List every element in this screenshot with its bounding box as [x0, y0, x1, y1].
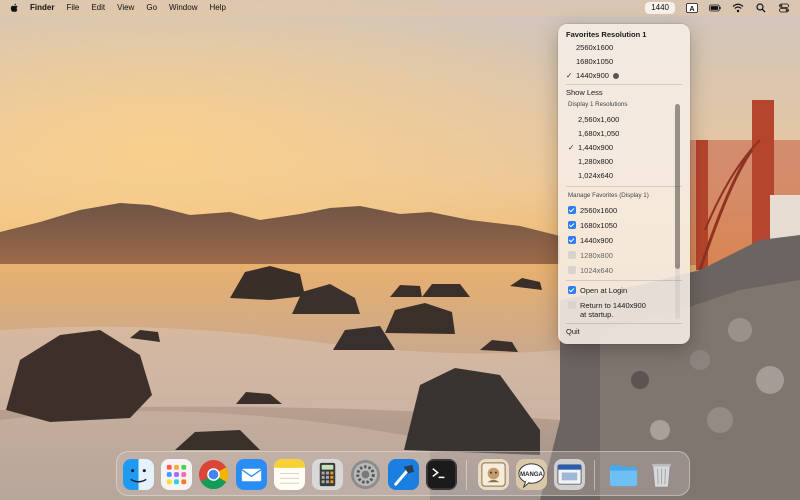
mail-icon[interactable]: [236, 459, 267, 490]
manga-icon[interactable]: MANGA: [516, 459, 547, 490]
open-at-login-label: Open at Login: [580, 286, 628, 295]
resolution-status-item[interactable]: 1440: [645, 2, 675, 14]
checkmark-icon: ✓: [568, 143, 575, 152]
menu-app-finder[interactable]: Finder: [30, 0, 54, 16]
resolution-label: 1,280x800: [578, 157, 614, 166]
favorite-label: 1680x1050: [576, 57, 614, 66]
app-icon-three[interactable]: [554, 459, 585, 490]
control-center-icon[interactable]: [777, 2, 791, 14]
resolution-menu-panel: Favorites Resolution 1 2560x1600 1680x10…: [558, 24, 690, 344]
xcode-icon[interactable]: [388, 459, 419, 490]
menu-window[interactable]: Window: [169, 0, 197, 16]
resolution-item-1280x800[interactable]: 1,280x800: [558, 155, 690, 168]
checkbox-checked[interactable]: [568, 206, 576, 214]
favorite-item-1440x900[interactable]: ✓ 1440x900: [558, 69, 690, 82]
downloads-folder-icon[interactable]: [608, 459, 639, 490]
dock-divider: [466, 460, 467, 490]
launchpad-icon[interactable]: [161, 459, 192, 490]
checkbox-checked[interactable]: [568, 286, 576, 294]
apple-icon[interactable]: [10, 3, 20, 13]
wifi-icon[interactable]: [731, 2, 745, 14]
return-startup-label-line2: at startup.: [580, 310, 614, 319]
input-letter: A: [689, 6, 694, 13]
separator: [566, 84, 682, 85]
manage-favorite-1680x1050[interactable]: 1680x1050: [558, 219, 690, 232]
resolution-item-1024x640[interactable]: 1,024x640: [558, 169, 690, 182]
manage-favorites-header: Manage Favorites (Display 1): [568, 192, 649, 199]
manage-label: 2560x1600: [580, 206, 618, 215]
notes-icon[interactable]: [274, 459, 305, 490]
resolution-item-1680x1050[interactable]: 1,680x1,050: [558, 127, 690, 140]
finder-icon[interactable]: [123, 459, 154, 490]
menu-help[interactable]: Help: [209, 0, 225, 16]
checkbox-unchecked[interactable]: [568, 251, 576, 259]
separator: [566, 186, 682, 187]
checkbox-unchecked[interactable]: [568, 266, 576, 274]
menu-bar: Finder File Edit View Go Window Help 144…: [0, 0, 800, 16]
app-icon-one[interactable]: [478, 459, 509, 490]
resolution-label: 2,560x1,600: [578, 115, 620, 124]
favorite-label: 1440x900: [576, 71, 609, 80]
system-settings-icon[interactable]: [350, 459, 381, 490]
battery-icon[interactable]: [708, 2, 722, 14]
menu-view[interactable]: View: [117, 0, 134, 16]
separator: [566, 323, 682, 324]
manage-favorite-1024x640[interactable]: 1024x640: [558, 264, 690, 277]
resolution-label: 1,680x1,050: [578, 129, 620, 138]
dock: MANGA: [116, 451, 690, 496]
keyboard-input-icon[interactable]: A: [685, 2, 699, 14]
search-icon[interactable]: [754, 2, 768, 14]
menu-edit[interactable]: Edit: [91, 0, 105, 16]
display-resolutions-header: Display 1 Resolutions: [568, 101, 628, 108]
trash-icon[interactable]: [646, 459, 677, 490]
chrome-icon[interactable]: [198, 459, 229, 490]
manga-label: MANGA: [520, 472, 543, 478]
scrollbar-thumb[interactable]: [675, 104, 680, 269]
favorites-title: Favorites Resolution 1: [566, 30, 647, 39]
menu-go[interactable]: Go: [146, 0, 157, 16]
favorite-item-2560x1600[interactable]: 2560x1600: [558, 41, 690, 54]
terminal-icon[interactable]: [426, 459, 457, 490]
manage-label: 1024x640: [580, 266, 613, 275]
checkbox-checked[interactable]: [568, 221, 576, 229]
calculator-icon[interactable]: [312, 459, 343, 490]
checkbox-checked[interactable]: [568, 236, 576, 244]
manage-favorite-1280x800[interactable]: 1280x800: [558, 249, 690, 262]
current-indicator-icon: [612, 72, 619, 79]
menu-file[interactable]: File: [66, 0, 79, 16]
manage-label: 1440x900: [580, 236, 613, 245]
open-at-login-toggle[interactable]: Open at Login: [558, 284, 690, 297]
resolution-label: 1,024x640: [578, 171, 614, 180]
checkmark-icon: ✓: [566, 71, 573, 80]
resolution-item-2560x1600[interactable]: 2,560x1,600: [558, 113, 690, 126]
status-area: 1440 A: [645, 0, 800, 16]
favorite-label: 2560x1600: [576, 43, 614, 52]
resolution-label: 1,440x900: [578, 143, 614, 152]
manage-label: 1680x1050: [580, 221, 618, 230]
manage-favorite-1440x900[interactable]: 1440x900: [558, 234, 690, 247]
manage-favorite-2560x1600[interactable]: 2560x1600: [558, 204, 690, 217]
separator: [566, 280, 682, 281]
quit-item[interactable]: Quit: [558, 325, 690, 338]
dock-divider: [594, 460, 595, 490]
favorite-item-1680x1050[interactable]: 1680x1050: [558, 55, 690, 68]
show-less-item[interactable]: Show Less: [558, 86, 690, 99]
resolution-item-1440x900[interactable]: ✓ 1,440x900: [558, 141, 690, 154]
manage-label: 1280x800: [580, 251, 613, 260]
